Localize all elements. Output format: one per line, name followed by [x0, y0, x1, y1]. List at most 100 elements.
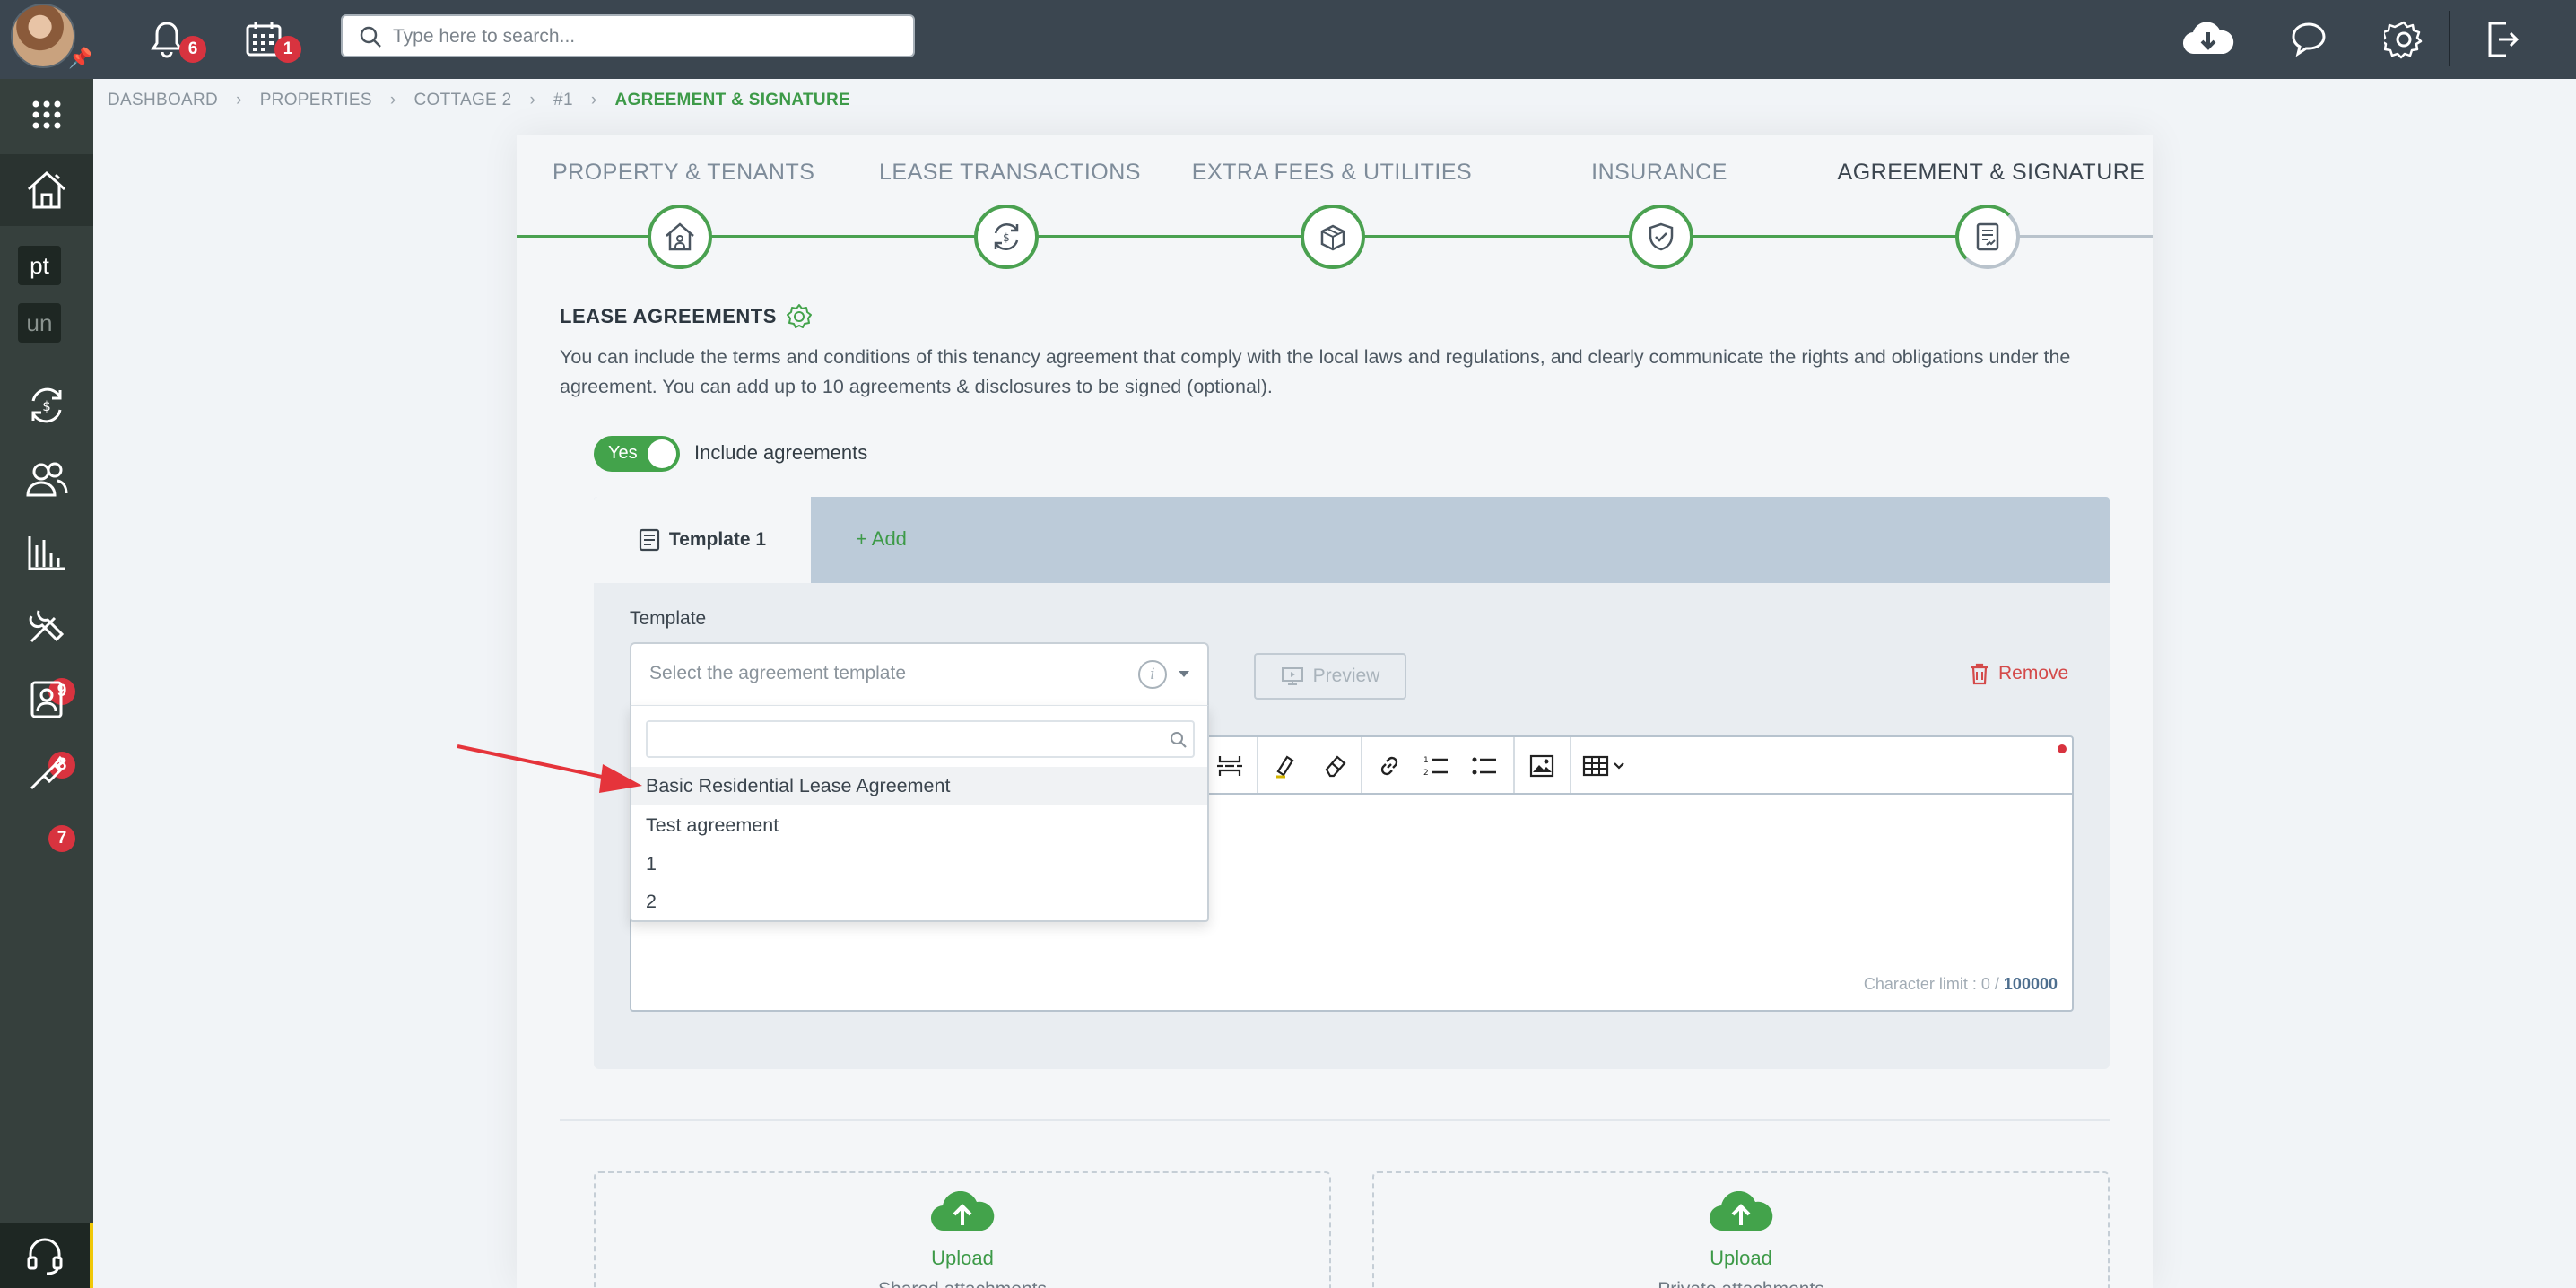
- dropdown-option[interactable]: 2: [631, 883, 1207, 920]
- dropdown-option[interactable]: Test agreement: [631, 806, 1207, 844]
- user-avatar[interactable]: [11, 4, 75, 68]
- add-template-button[interactable]: + Add: [856, 527, 907, 551]
- support-headset-icon[interactable]: [0, 1223, 93, 1288]
- top-bar: 📌 6 1: [0, 0, 2576, 79]
- upload-sublabel: Private attachments: [1374, 1279, 2108, 1288]
- property-tenants-icon[interactable]: [648, 205, 712, 269]
- svg-text:$: $: [42, 398, 51, 414]
- svg-text:1: 1: [1423, 756, 1429, 765]
- chevron-down-icon: [1179, 671, 1189, 677]
- remove-template-label: Remove: [1998, 663, 2069, 683]
- link-icon[interactable]: [1371, 748, 1408, 784]
- trash-icon: [1971, 663, 1988, 685]
- extra-fees-icon[interactable]: [1301, 205, 1365, 269]
- maintenance-tools-icon[interactable]: [0, 590, 93, 662]
- cloud-download-icon[interactable]: [2180, 14, 2237, 65]
- numbered-list-icon[interactable]: 12: [1417, 748, 1455, 784]
- breadcrumb-separator: ›: [529, 91, 536, 109]
- template-select[interactable]: Select the agreement template i: [630, 642, 1209, 705]
- toggle-state-text: Yes: [608, 443, 638, 463]
- tools-icon[interactable]: [0, 737, 93, 809]
- search-input[interactable]: [393, 22, 895, 52]
- agreement-signature-icon[interactable]: [1955, 205, 2020, 269]
- template-dropdown: Basic Residential Lease Agreement Test a…: [630, 705, 1209, 922]
- highlighter-icon[interactable]: [1266, 748, 1304, 784]
- include-agreements-toggle[interactable]: Yes: [594, 436, 680, 472]
- table-icon[interactable]: [1580, 748, 1634, 784]
- tab-template-1[interactable]: Template 1: [594, 497, 811, 583]
- people-icon[interactable]: [0, 443, 93, 515]
- plus-icon: +: [856, 527, 867, 550]
- upload-private-attachments[interactable]: Upload Private attachments: [1372, 1171, 2110, 1288]
- transactions-icon[interactable]: $: [0, 370, 93, 441]
- settings-gear-icon[interactable]: [786, 303, 813, 330]
- document-icon: [639, 528, 660, 552]
- character-limit-max: 100000: [2003, 975, 2058, 993]
- topbar-divider: [2449, 11, 2450, 66]
- breadcrumb-properties[interactable]: PROPERTIES: [260, 91, 372, 110]
- properties-house-icon[interactable]: [0, 154, 93, 226]
- lease-agreements-description: You can include the terms and conditions…: [560, 346, 2071, 397]
- required-indicator: [2058, 744, 2067, 753]
- svg-text:2: 2: [1423, 769, 1429, 778]
- settings-gear-icon[interactable]: [2379, 14, 2429, 65]
- step-label-lease-transactions[interactable]: LEASE TRANSACTIONS: [879, 160, 1140, 186]
- notifications-badge: 6: [179, 36, 206, 63]
- upload-sublabel: Shared attachments: [596, 1279, 1329, 1288]
- stepper-progress-line: [517, 235, 1959, 238]
- dropdown-search-input[interactable]: [655, 726, 1157, 753]
- cloud-upload-icon: [930, 1191, 995, 1231]
- pin-icon: 📌: [68, 47, 93, 69]
- step-label-insurance[interactable]: INSURANCE: [1534, 160, 1785, 186]
- template-tabs-bar: [594, 497, 2110, 583]
- upload-shared-attachments[interactable]: Upload Shared attachments: [594, 1171, 1331, 1288]
- upload-label: Upload: [1710, 1247, 1772, 1269]
- breadcrumb-cottage[interactable]: COTTAGE 2: [413, 91, 511, 110]
- preview-button[interactable]: Preview: [1254, 653, 1406, 700]
- upload-label: Upload: [931, 1247, 994, 1269]
- toolbar-separator: [1361, 737, 1362, 793]
- svg-text:$: $: [1003, 231, 1010, 244]
- calendar-badge: 1: [274, 36, 301, 63]
- logout-icon[interactable]: [2477, 14, 2528, 65]
- dropdown-option[interactable]: 1: [631, 845, 1207, 883]
- toggle-knob: [648, 439, 676, 468]
- reports-chart-icon[interactable]: [0, 517, 93, 588]
- dropdown-option[interactable]: Basic Residential Lease Agreement: [631, 767, 1207, 805]
- add-template-label: Add: [871, 527, 907, 550]
- sidebar-item-pt[interactable]: pt: [18, 246, 61, 285]
- insurance-shield-icon[interactable]: [1629, 205, 1693, 269]
- sidebar-item-un[interactable]: un: [18, 303, 61, 343]
- eraser-icon[interactable]: [1317, 748, 1354, 784]
- apps-grid-icon[interactable]: [0, 79, 93, 151]
- step-label-property-tenants[interactable]: PROPERTY & TENANTS: [553, 160, 814, 186]
- lease-agreements-title: LEASE AGREEMENTS: [560, 305, 777, 327]
- wizard-stepper: PROPERTY & TENANTS LEASE TRANSACTIONS EX…: [517, 152, 2153, 278]
- lease-agreements-heading: LEASE AGREEMENTS: [560, 303, 813, 330]
- dropdown-search[interactable]: [646, 720, 1195, 758]
- remove-template-button[interactable]: Remove: [1970, 662, 2068, 685]
- step-label-agreement-signature[interactable]: AGREEMENT & SIGNATURE: [1830, 160, 2153, 186]
- section-divider: [560, 1119, 2110, 1121]
- search-icon: [1171, 732, 1187, 748]
- chat-icon[interactable]: [2284, 14, 2334, 65]
- search-bar[interactable]: [341, 14, 915, 57]
- breadcrumb-dashboard[interactable]: DASHBOARD: [108, 91, 218, 110]
- bullet-list-icon[interactable]: [1466, 748, 1503, 784]
- preview-button-label: Preview: [1312, 666, 1380, 686]
- info-icon[interactable]: i: [1138, 660, 1167, 689]
- breadcrumb-separator: ›: [236, 91, 242, 109]
- lease-transactions-icon[interactable]: $: [974, 205, 1039, 269]
- breadcrumb-unit[interactable]: #1: [553, 91, 573, 110]
- step-label-extra-fees[interactable]: EXTRA FEES & UTILITIES: [1184, 160, 1480, 186]
- cloud-upload-icon: [1709, 1191, 1773, 1231]
- image-icon[interactable]: [1523, 748, 1561, 784]
- character-limit: Character limit : 0 / 100000: [1864, 975, 2058, 994]
- include-agreements-label: Include agreements: [694, 441, 868, 464]
- tools-badge: 7: [48, 825, 75, 852]
- presentation-icon: [1281, 667, 1303, 685]
- page-break-icon[interactable]: [1211, 748, 1249, 784]
- tab-template-1-label: Template 1: [668, 529, 767, 550]
- template-field-label: Template: [630, 608, 707, 629]
- applicants-icon[interactable]: [0, 664, 93, 735]
